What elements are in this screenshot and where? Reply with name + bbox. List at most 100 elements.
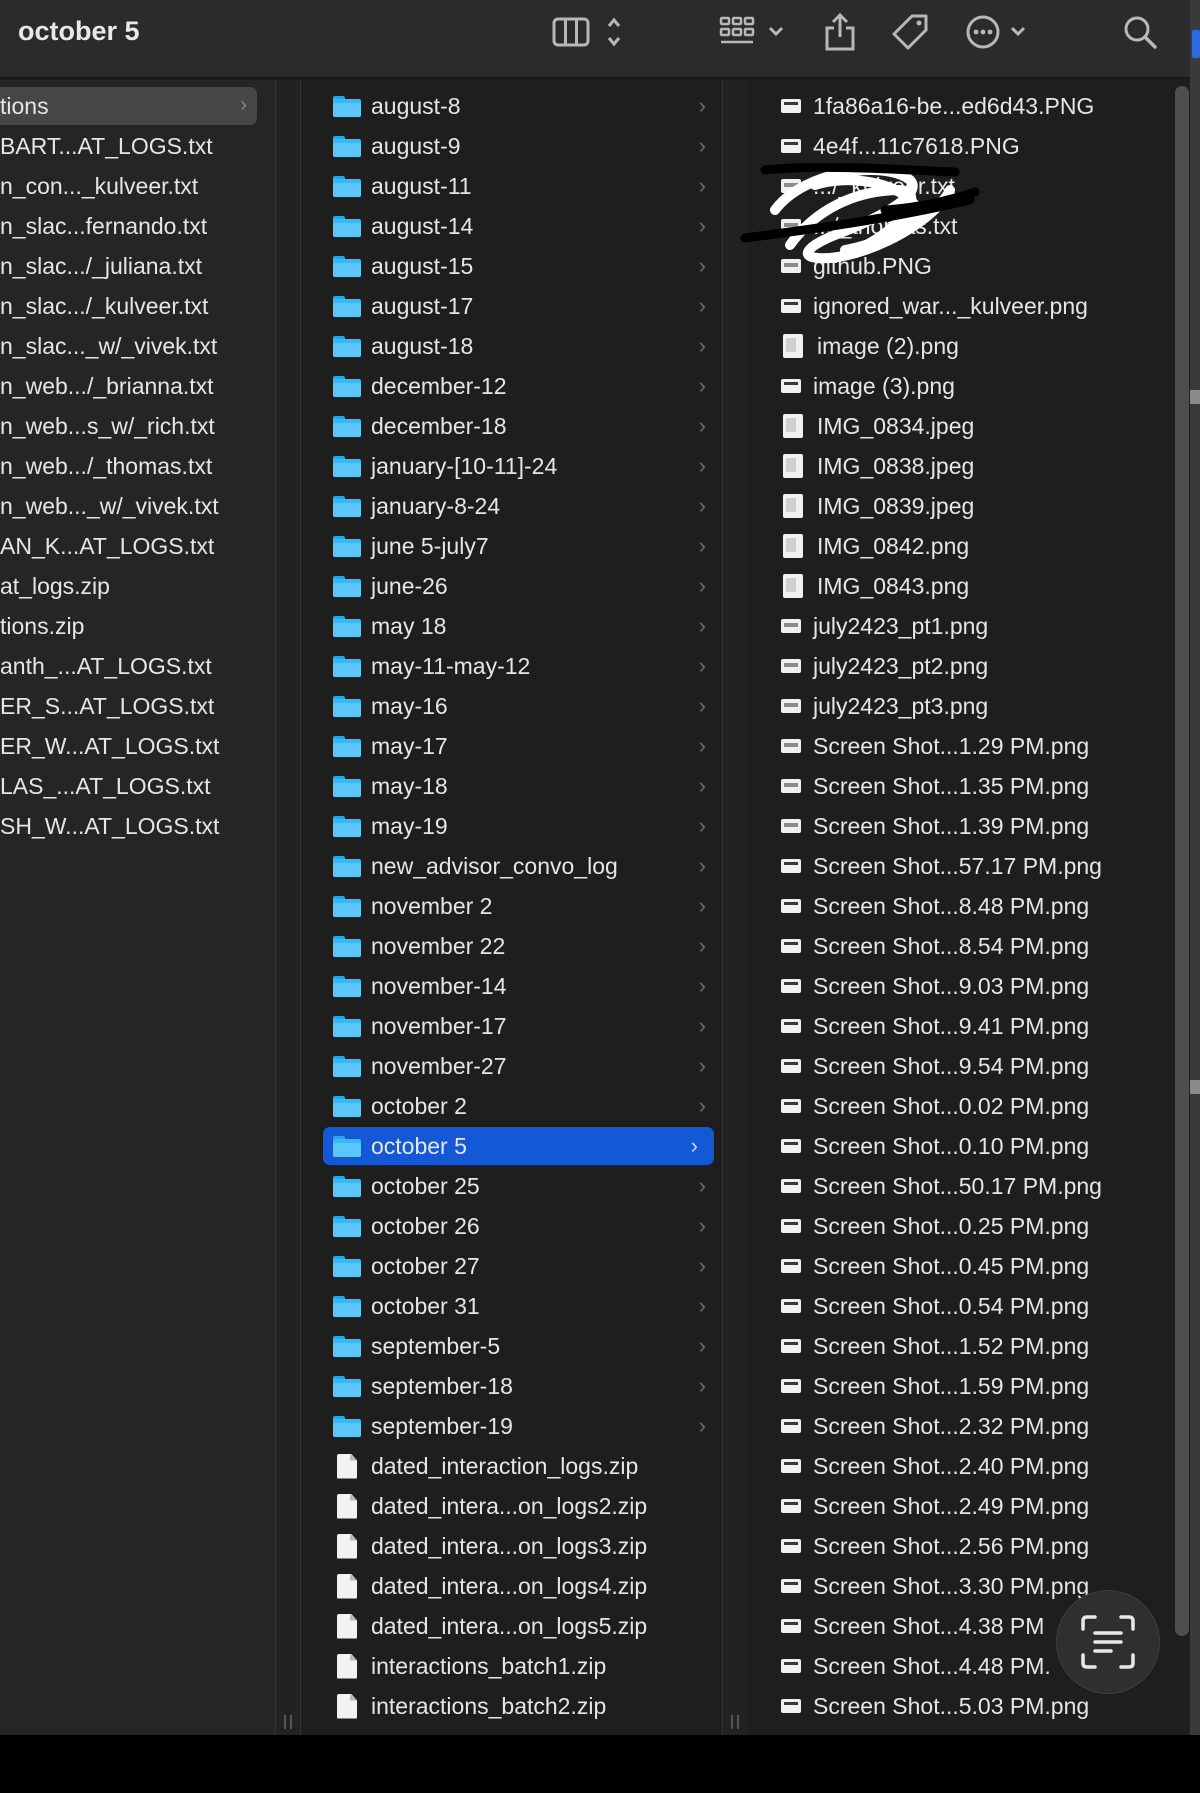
- file-item[interactable]: IMG_0843.png: [747, 567, 1167, 605]
- list-item[interactable]: LAS_...AT_LOGS.txt: [0, 767, 275, 805]
- file-item[interactable]: Screen Shot...50.17 PM.png: [747, 1167, 1167, 1205]
- file-item[interactable]: interactions_batch1.zip: [301, 1647, 722, 1685]
- file-item[interactable]: dated_intera...on_logs2.zip: [301, 1487, 722, 1525]
- folder-item[interactable]: november-27 ›: [301, 1047, 722, 1085]
- file-item[interactable]: Screen Shot...9.41 PM.png: [747, 1007, 1167, 1045]
- folder-item[interactable]: september-5 ›: [301, 1327, 722, 1365]
- file-item[interactable]: Screen Shot...9.03 PM.png: [747, 967, 1167, 1005]
- folder-item[interactable]: december-12 ›: [301, 367, 722, 405]
- file-item[interactable]: Screen Shot...57.17 PM.png: [747, 847, 1167, 885]
- folder-item[interactable]: august-15 ›: [301, 247, 722, 285]
- file-item[interactable]: july2423_pt3.png: [747, 687, 1167, 725]
- folder-item[interactable]: may-18 ›: [301, 767, 722, 805]
- folder-item[interactable]: october 2 ›: [301, 1087, 722, 1125]
- file-item[interactable]: Screen Shot...1.35 PM.png: [747, 767, 1167, 805]
- list-item[interactable]: BART...AT_LOGS.txt: [0, 127, 275, 165]
- folder-item[interactable]: august-11 ›: [301, 167, 722, 205]
- list-item[interactable]: ER_S...AT_LOGS.txt: [0, 687, 275, 725]
- list-item[interactable]: tions.zip: [0, 607, 275, 645]
- file-item[interactable]: 1fa86a16-be...ed6d43.PNG: [747, 87, 1167, 125]
- folder-item[interactable]: september-19 ›: [301, 1407, 722, 1445]
- list-item[interactable]: n_slac.../_juliana.txt: [0, 247, 275, 285]
- file-item[interactable]: Screen Shot...1.39 PM.png: [747, 807, 1167, 845]
- search-icon[interactable]: [1120, 12, 1160, 52]
- folder-item[interactable]: october 31 ›: [301, 1287, 722, 1325]
- list-item[interactable]: n_web.../_thomas.txt: [0, 447, 275, 485]
- file-item[interactable]: image (3).png: [747, 367, 1167, 405]
- file-item[interactable]: Screen Shot...0.45 PM.png: [747, 1247, 1167, 1285]
- file-item[interactable]: Screen Shot...0.10 PM.png: [747, 1127, 1167, 1165]
- folder-item[interactable]: may 18 ›: [301, 607, 722, 645]
- folder-item[interactable]: november-14 ›: [301, 967, 722, 1005]
- folder-item[interactable]: may-17 ›: [301, 727, 722, 765]
- live-text-button[interactable]: [1056, 1590, 1160, 1694]
- list-item[interactable]: SH_W...AT_LOGS.txt: [0, 807, 275, 845]
- file-item[interactable]: IMG_0842.png: [747, 527, 1167, 565]
- folder-item[interactable]: september-18 ›: [301, 1367, 722, 1405]
- list-item[interactable]: n_slac..._w/_vivek.txt: [0, 327, 275, 365]
- file-item[interactable]: Screen Shot...1.52 PM.png: [747, 1327, 1167, 1365]
- list-item[interactable]: n_web.../_brianna.txt: [0, 367, 275, 405]
- list-item[interactable]: n_slac.../_kulveer.txt: [0, 287, 275, 325]
- resize-grip[interactable]: [284, 1715, 292, 1729]
- file-item[interactable]: Screen Shot...9.54 PM.png: [747, 1047, 1167, 1085]
- folder-item[interactable]: november-17 ›: [301, 1007, 722, 1045]
- folder-item[interactable]: october 26 ›: [301, 1207, 722, 1245]
- list-item[interactable]: n_web...s_w/_rich.txt: [0, 407, 275, 445]
- column-divider[interactable]: [275, 80, 301, 1735]
- file-item[interactable]: dated_intera...on_logs5.zip: [301, 1607, 722, 1645]
- file-item[interactable]: Screen Shot...1.59 PM.png: [747, 1367, 1167, 1405]
- share-icon[interactable]: [820, 12, 860, 52]
- file-item[interactable]: Screen Shot...0.54 PM.png: [747, 1287, 1167, 1325]
- file-item[interactable]: july2423_pt1.png: [747, 607, 1167, 645]
- file-item[interactable]: Screen Shot...0.25 PM.png: [747, 1207, 1167, 1245]
- file-item[interactable]: Screen Shot...0.02 PM.png: [747, 1087, 1167, 1125]
- list-item[interactable]: AN_K...AT_LOGS.txt: [0, 527, 275, 565]
- more-actions-icon[interactable]: [965, 12, 1029, 52]
- file-item[interactable]: IMG_0839.jpeg: [747, 487, 1167, 525]
- group-by-icon[interactable]: [718, 12, 788, 52]
- folder-item[interactable]: october 25 ›: [301, 1167, 722, 1205]
- file-item[interactable]: Screen Shot...2.32 PM.png: [747, 1407, 1167, 1445]
- file-item[interactable]: dated_intera...on_logs4.zip: [301, 1567, 722, 1605]
- folder-item[interactable]: new_advisor_convo_log ›: [301, 847, 722, 885]
- file-item[interactable]: july2423_pt2.png: [747, 647, 1167, 685]
- folder-item[interactable]: january-[10-11]-24 ›: [301, 447, 722, 485]
- file-item[interactable]: Screen Shot...2.56 PM.png: [747, 1527, 1167, 1565]
- folder-item[interactable]: august-17 ›: [301, 287, 722, 325]
- folder-item[interactable]: august-14 ›: [301, 207, 722, 245]
- file-item[interactable]: Screen Shot...8.48 PM.png: [747, 887, 1167, 925]
- tag-icon[interactable]: [888, 12, 932, 52]
- file-item[interactable]: Screen Shot...8.54 PM.png: [747, 927, 1167, 965]
- file-item[interactable]: ignored_war..._kulveer.png: [747, 287, 1167, 325]
- resize-grip[interactable]: [731, 1715, 739, 1729]
- list-item[interactable]: n_con..._kulveer.txt: [0, 167, 275, 205]
- folder-item[interactable]: august-18 ›: [301, 327, 722, 365]
- column-divider[interactable]: [722, 80, 748, 1735]
- file-item[interactable]: Screen Shot...2.40 PM.png: [747, 1447, 1167, 1485]
- file-item[interactable]: IMG_0838.jpeg: [747, 447, 1167, 485]
- folder-item[interactable]: june-26 ›: [301, 567, 722, 605]
- folder-item[interactable]: august-8 ›: [301, 87, 722, 125]
- file-item[interactable]: dated_intera...on_logs3.zip: [301, 1527, 722, 1565]
- file-item[interactable]: interactions_batch2.zip: [301, 1687, 722, 1725]
- folder-item[interactable]: may-19 ›: [301, 807, 722, 845]
- folder-item[interactable]: june 5-july7 ›: [301, 527, 722, 565]
- folder-item[interactable]: november 22 ›: [301, 927, 722, 965]
- folder-item[interactable]: november 2 ›: [301, 887, 722, 925]
- folder-item[interactable]: october 5 ›: [323, 1127, 714, 1165]
- folder-item[interactable]: december-18 ›: [301, 407, 722, 445]
- list-item[interactable]: ER_W...AT_LOGS.txt: [0, 727, 275, 765]
- folder-item[interactable]: august-9 ›: [301, 127, 722, 165]
- file-item[interactable]: Screen Shot...1.29 PM.png: [747, 727, 1167, 765]
- list-item[interactable]: at_logs.zip: [0, 567, 275, 605]
- list-item[interactable]: n_slac...fernando.txt: [0, 207, 275, 245]
- column-3-scrollbar[interactable]: [1175, 86, 1189, 1636]
- file-item[interactable]: image (2).png: [747, 327, 1167, 365]
- list-item[interactable]: anth_...AT_LOGS.txt: [0, 647, 275, 685]
- folder-item[interactable]: january-8-24 ›: [301, 487, 722, 525]
- folder-item[interactable]: may-11-may-12 ›: [301, 647, 722, 685]
- file-item[interactable]: IMG_0834.jpeg: [747, 407, 1167, 445]
- columns-view-icon[interactable]: [552, 12, 622, 52]
- folder-item[interactable]: october 27 ›: [301, 1247, 722, 1285]
